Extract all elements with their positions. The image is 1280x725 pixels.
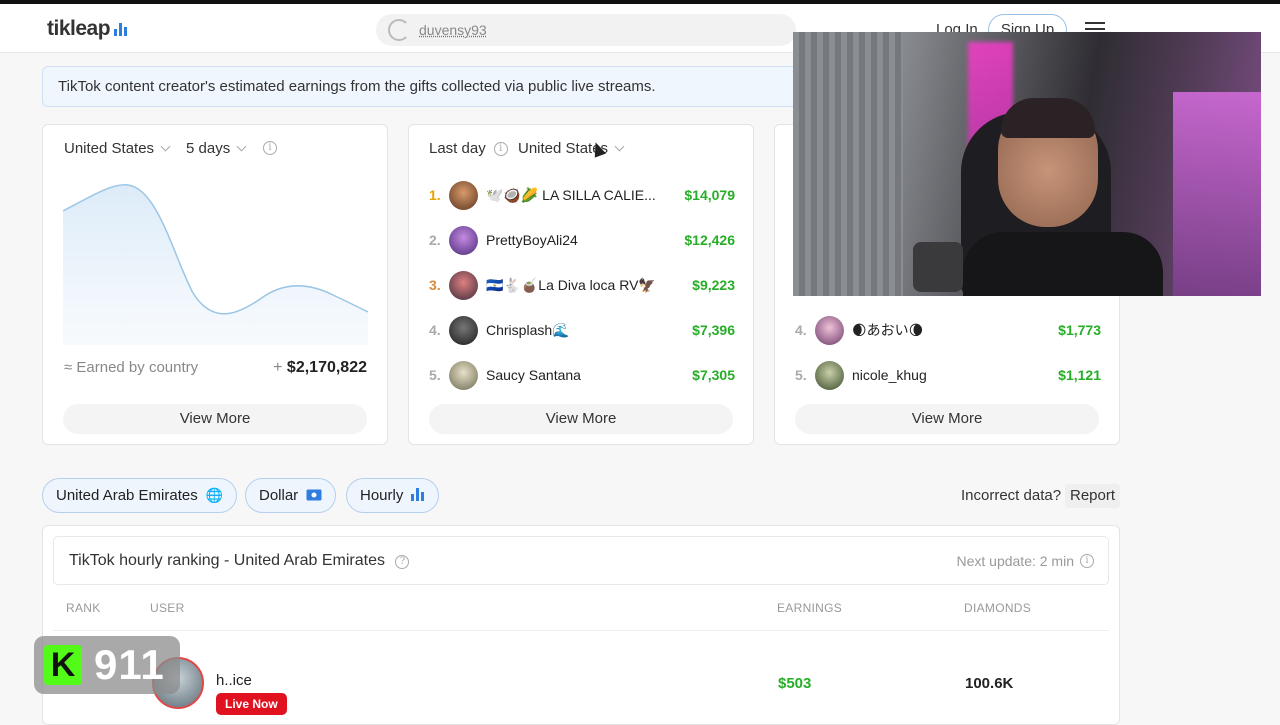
avatar [449, 180, 478, 210]
info-banner: TikTok content creator's estimated earni… [42, 66, 822, 107]
rank-number: 5. [795, 367, 807, 383]
earnings-amount: $7,396 [692, 322, 735, 338]
column-header-user: USER [150, 601, 185, 615]
country-filter-label: United Arab Emirates [56, 487, 198, 504]
avatar [449, 360, 478, 390]
currency-filter-pill[interactable]: Dollar [245, 478, 337, 513]
earnings-trend-chart [63, 184, 368, 345]
next-update-text: Next update: 2 min [956, 553, 1074, 569]
viewer-count: 911 [94, 641, 165, 688]
username: 🕊️🥥🌽 LA SILLA CALIE... [486, 186, 656, 203]
search-input[interactable]: duvensy93 [376, 14, 796, 46]
interval-filter-label: Hourly [360, 487, 404, 504]
username: 🇸🇻🐇🧉La Diva loca RV🦅 [486, 276, 656, 293]
rank-number: 1. [429, 187, 441, 203]
earnings-amount: $503 [778, 675, 812, 692]
report-button[interactable]: Report [1065, 484, 1121, 508]
logo[interactable]: tikleap [47, 17, 128, 41]
info-icon[interactable]: i [493, 141, 508, 156]
column-header-rank: RANK [66, 601, 101, 615]
kick-logo-icon: K [44, 645, 82, 685]
period-dropdown-label: Last day [429, 140, 486, 157]
username: Chrisplash🌊 [486, 321, 570, 338]
divider [53, 630, 1109, 631]
last-day-ranking-card: Last day i United States 1. 🕊️🥥🌽 LA SILL… [408, 124, 754, 445]
bar-chart-icon [114, 22, 128, 36]
next-update: Next update: 2 min i [956, 553, 1094, 569]
incorrect-data-label: Incorrect data? [961, 487, 1062, 504]
rank-number: 4. [795, 322, 807, 338]
earnings-amount: $12,426 [684, 232, 735, 248]
loading-spinner-icon [388, 19, 410, 41]
username: nicole_khug [852, 367, 927, 383]
ranking-row[interactable]: 4. Chrisplash🌊 $7,396 [429, 315, 735, 345]
rank-number: 4. [429, 322, 441, 338]
earnings-amount: $7,305 [692, 367, 735, 383]
webcam-overlay [793, 32, 1261, 296]
help-icon[interactable]: ? [395, 555, 410, 569]
earned-by-country-value: + $2,170,822 [273, 359, 367, 377]
period-dropdown[interactable]: Last day i [429, 140, 508, 157]
logo-text: tikleap [47, 17, 111, 40]
username: Saucy Santana [486, 367, 581, 383]
ranking-row[interactable]: 5. Saucy Santana $7,305 [429, 360, 735, 390]
interval-filter-pill[interactable]: Hourly [346, 478, 440, 513]
money-icon [306, 488, 322, 504]
table-title: TikTok hourly ranking - United Arab Emir… [69, 552, 410, 570]
info-icon[interactable]: i [263, 141, 277, 155]
table-header: TikTok hourly ranking - United Arab Emir… [53, 536, 1109, 585]
view-more-button[interactable]: View More [429, 404, 733, 434]
period-dropdown-label: 5 days [186, 140, 231, 157]
country-dropdown-label: United States [64, 140, 155, 157]
earnings-amount: $1,773 [1058, 322, 1101, 338]
table-title-text: TikTok hourly ranking - United Arab Emir… [69, 552, 385, 569]
currency-filter-label: Dollar [259, 487, 299, 504]
rank-number: 2. [429, 232, 441, 248]
rank-number: 5. [429, 367, 441, 383]
avatar [815, 315, 844, 345]
ranking-row[interactable]: 3. 🇸🇻🐇🧉La Diva loca RV🦅 $9,223 [429, 270, 735, 300]
live-now-badge[interactable]: Live Now [216, 693, 287, 715]
period-dropdown[interactable]: 5 days [186, 140, 247, 157]
username[interactable]: h..ice [216, 672, 252, 689]
kick-viewer-overlay: K 911 [34, 636, 180, 694]
bar-chart-icon [411, 487, 425, 504]
ranking-row[interactable]: 1. 🕊️🥥🌽 LA SILLA CALIE... $14,079 [429, 180, 735, 210]
column-header-earnings: EARNINGS [777, 601, 843, 615]
ranking-row[interactable]: 4. 🌒あおい🌘 $1,773 [795, 315, 1101, 345]
country-dropdown[interactable]: United States [518, 140, 625, 157]
ranking-row[interactable]: 2. PrettyBoyAli24 $12,426 [429, 225, 735, 255]
earned-amount: $2,170,822 [286, 359, 367, 376]
diamonds-count: 100.6K [965, 675, 1014, 692]
country-dropdown[interactable]: United States [64, 140, 171, 157]
avatar [449, 315, 478, 345]
chevron-down-icon [614, 141, 625, 152]
search-value: duvensy93 [419, 22, 487, 38]
avatar [449, 270, 478, 300]
earnings-amount: $14,079 [684, 187, 735, 203]
ranking-row[interactable]: 5. nicole_khug $1,121 [795, 360, 1101, 390]
rank-number: 3. [429, 277, 441, 293]
earnings-amount: $9,223 [692, 277, 735, 293]
column-header-diamonds: DIAMONDS [964, 601, 1032, 615]
earned-prefix: + [273, 359, 283, 376]
username: 🌒あおい🌘 [852, 322, 924, 338]
country-filter-pill[interactable]: United Arab Emirates 🌐 [42, 478, 238, 513]
chevron-down-icon [160, 141, 171, 152]
view-more-button[interactable]: View More [63, 404, 367, 434]
globe-icon: 🌐 [205, 487, 224, 503]
info-icon[interactable]: i [1080, 554, 1094, 568]
country-earnings-card: United States 5 days i ≈ Earned by count… [42, 124, 388, 445]
hourly-ranking-table: TikTok hourly ranking - United Arab Emir… [42, 525, 1120, 725]
avatar [815, 360, 844, 390]
avatar [449, 225, 478, 255]
earned-by-country-label: ≈ Earned by country [64, 359, 199, 376]
chevron-down-icon [236, 141, 247, 152]
view-more-button[interactable]: View More [795, 404, 1099, 434]
earnings-amount: $1,121 [1058, 367, 1101, 383]
chart-area [63, 184, 368, 345]
username: PrettyBoyAli24 [486, 232, 578, 248]
